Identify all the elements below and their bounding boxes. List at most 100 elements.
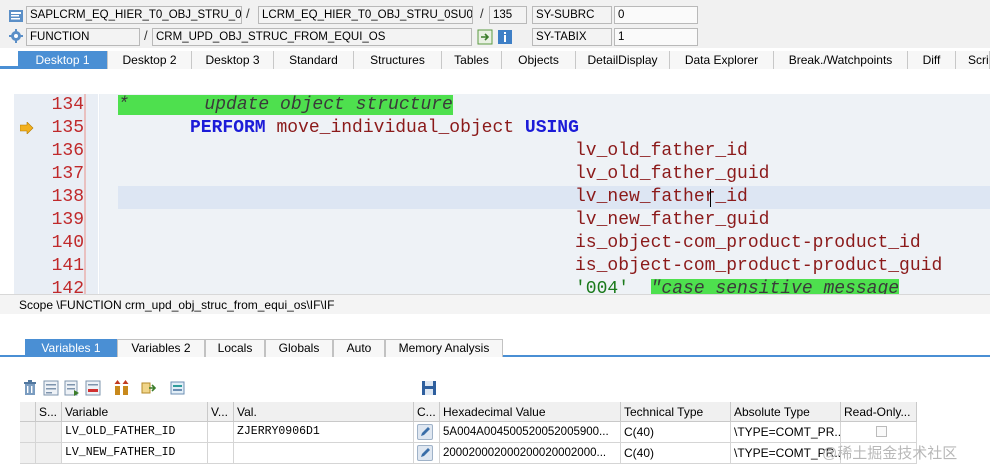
line-number: 134 [51,95,84,115]
line-field[interactable]: 135 [489,6,527,24]
tab-data-explorer[interactable]: Data Explorer [670,51,774,69]
change-cell [414,443,440,464]
tab-desktop-1[interactable]: Desktop 1 [18,51,108,69]
variable-name-cell[interactable]: LV_NEW_FATHER_ID [62,443,208,464]
v-cell [208,443,234,464]
line-number: 139 [51,210,84,230]
column-header-variable[interactable]: Variable [62,402,208,422]
code-area[interactable]: * update object structure PERFORM move_i… [100,94,990,294]
line-number: 142 [51,279,84,294]
save-icon[interactable] [421,380,437,396]
tab-desktop-3[interactable]: Desktop 3 [192,51,274,69]
column-header-absolute-type[interactable]: Absolute Type [731,402,841,422]
pencil-icon[interactable] [417,424,433,440]
gutter-row: 134 [14,94,98,117]
sort-icon[interactable] [114,380,130,396]
delete-icon[interactable] [22,380,38,396]
append-row-icon[interactable] [64,380,80,396]
string-literal: '004' [575,279,630,294]
status-cell [36,443,62,464]
navigate-icon[interactable] [477,29,493,45]
parameter: lv_old_father_guid [575,164,770,184]
tab-globals[interactable]: Globals [265,339,333,357]
tab-tables[interactable]: Tables [442,51,502,69]
insert-row-icon[interactable] [43,380,59,396]
parameter: is_object-com_product-product_id [575,233,921,253]
v-cell [208,422,234,443]
column-header-read-only[interactable]: Read-Only... [841,402,917,422]
gutter-bar [84,209,86,232]
keyword-using: USING [524,118,579,138]
absolute-type-cell: \TYPE=COMT_PR... [731,422,841,443]
line-number-gutter: 134 135 136 137 138 139 140 141 142 [14,94,98,294]
info-icon[interactable] [497,29,513,45]
sy-tabix-label: SY-TABIX [532,28,612,46]
gutter-row: 138 [14,186,98,209]
tab-break-watchpoints[interactable]: Break./Watchpoints [774,51,908,69]
tab-desktop-2[interactable]: Desktop 2 [108,51,192,69]
separator: / [480,6,484,21]
column-header-change[interactable]: C... [414,402,440,422]
row-selector[interactable] [20,443,36,464]
code-line: is_object-com_product-product_id [575,232,990,255]
code-line: lv_new_father_id [575,186,990,209]
parameter: lv_new_father_id [575,187,748,207]
tab-detail-display[interactable]: DetailDisplay [576,51,670,69]
spacer [0,314,990,338]
column-header-v[interactable]: V... [208,402,234,422]
event-type-field[interactable]: FUNCTION [26,28,140,46]
technical-type-cell: C(40) [621,443,731,464]
event-name-field[interactable]: CRM_UPD_OBJ_STRUC_FROM_EQUI_OS [152,28,472,46]
tab-locals[interactable]: Locals [205,339,265,357]
source-code-editor[interactable]: 134 135 136 137 138 139 140 141 142 * up… [14,94,990,294]
gutter-bar [84,117,86,140]
code-line: lv_new_father_guid [575,209,990,232]
tab-variables-2[interactable]: Variables 2 [117,339,205,357]
column-header-status[interactable]: S... [36,402,62,422]
delete-row-icon[interactable] [85,380,101,396]
program-field[interactable]: SAPLCRM_EQ_HIER_T0_OBJ_STRU_0S [26,6,242,24]
parameter: is_object-com_product-product_guid [575,256,943,276]
comment-text: * update object structure [118,95,453,115]
tab-script[interactable]: Scri [956,51,990,69]
gutter-row: 142 [14,278,98,294]
variable-name-cell[interactable]: LV_OLD_FATHER_ID [62,422,208,443]
keyword-perform: PERFORM [190,118,266,138]
text-cursor [710,189,711,207]
code-line: lv_old_father_id [575,140,990,163]
include-field[interactable]: LCRM_EQ_HIER_T0_OBJ_STRU_0SU03 [258,6,473,24]
row-selector[interactable] [20,422,36,443]
read-only-cell [841,422,917,443]
code-line-current: PERFORM move_individual_object USING [190,117,990,140]
tab-auto[interactable]: Auto [333,339,385,357]
read-only-checkbox[interactable] [876,426,887,437]
column-header-hex[interactable]: Hexadecimal Value [440,402,621,422]
value-cell[interactable] [234,443,414,464]
form-name: move_individual_object [276,118,515,138]
tab-diff[interactable]: Diff [908,51,956,69]
value-cell[interactable]: ZJERRY0906D1 [234,422,414,443]
line-number: 138 [51,187,84,207]
gutter-bar [84,94,86,117]
tab-structures[interactable]: Structures [354,51,442,69]
scope-path: Scope \FUNCTION crm_upd_obj_struc_from_e… [0,294,990,314]
export-icon[interactable] [141,380,157,396]
tab-standard[interactable]: Standard [274,51,354,69]
tab-variables-1[interactable]: Variables 1 [25,339,117,357]
tab-memory-analysis[interactable]: Memory Analysis [385,339,503,357]
status-cell [36,422,62,443]
column-header-technical-type[interactable]: Technical Type [621,402,731,422]
gutter-bar [84,255,86,278]
sy-tabix-value[interactable]: 1 [614,28,698,46]
separator: / [246,6,250,21]
sy-subrc-value[interactable]: 0 [614,6,698,24]
program-icon [8,8,24,24]
tab-objects[interactable]: Objects [502,51,576,69]
hex-value-cell: 200020002000200020002000... [440,443,621,464]
sy-subrc-label: SY-SUBRC [532,6,612,24]
pencil-icon[interactable] [417,445,433,461]
column-header-value[interactable]: Val. [234,402,414,422]
current-line-arrow-icon [19,121,34,137]
filter-icon[interactable] [170,380,186,396]
hex-value-cell: 5A004A004500520052005900... [440,422,621,443]
